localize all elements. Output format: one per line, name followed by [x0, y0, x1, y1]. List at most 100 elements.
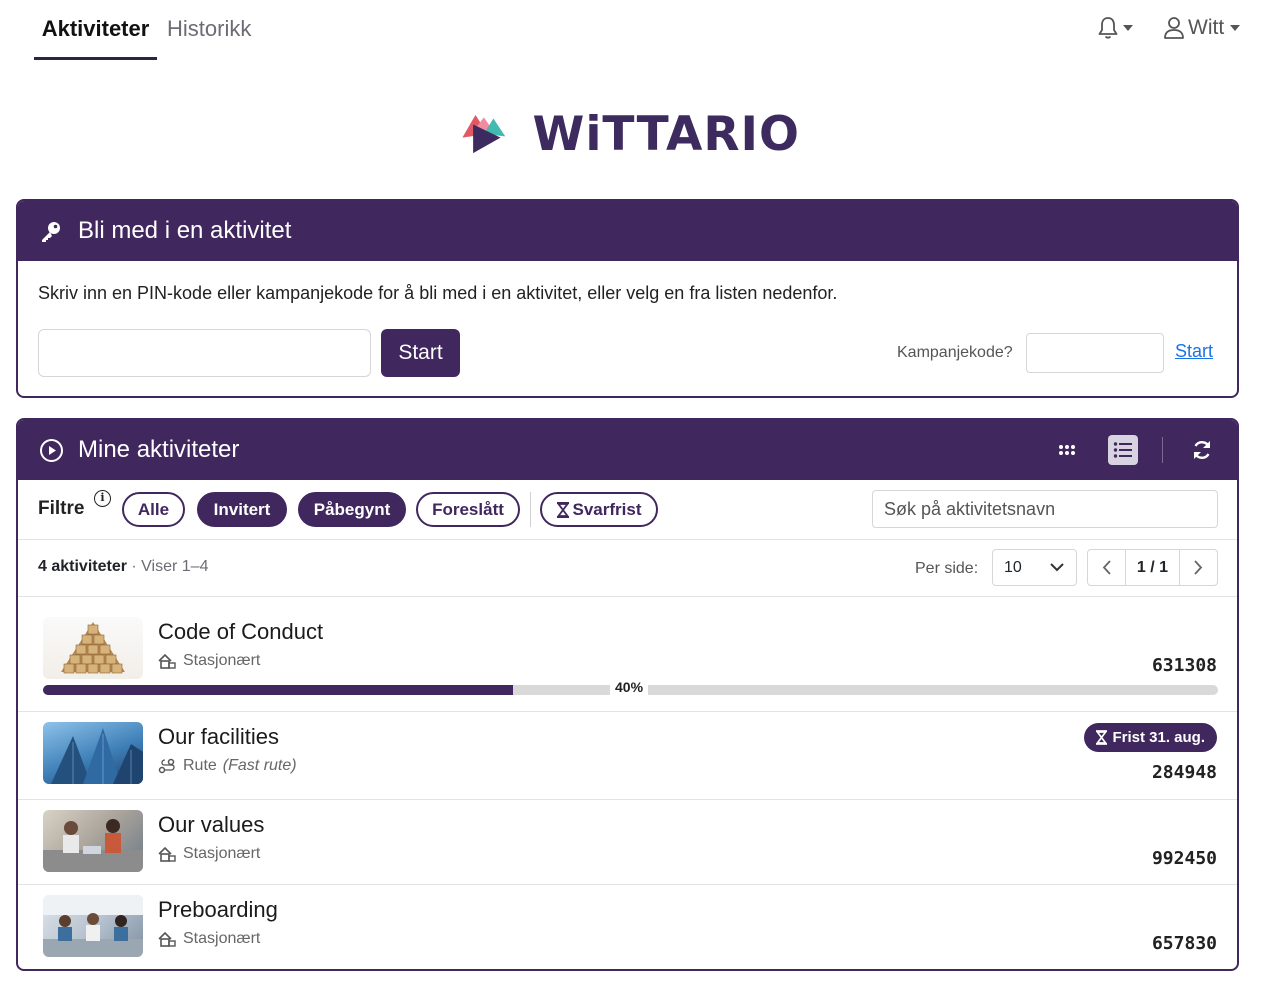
- play-circle-icon: [38, 437, 64, 463]
- activity-search-input[interactable]: Søk på aktivitetsnavn: [872, 490, 1218, 528]
- route-icon: [158, 758, 175, 774]
- list-view-button[interactable]: [1108, 435, 1138, 465]
- filter-svarfrist-label: Svarfrist: [572, 499, 642, 519]
- filter-svarfrist[interactable]: Svarfrist: [540, 492, 658, 527]
- progress-fill: [43, 685, 513, 695]
- prev-page-button[interactable]: [1088, 550, 1125, 585]
- activity-count-total: 4 aktiviteter: [38, 558, 127, 575]
- notifications-dropdown[interactable]: [1097, 16, 1133, 40]
- office-team-image: [43, 895, 143, 957]
- logo-mark-icon: [462, 114, 506, 154]
- chevron-left-icon: [1102, 560, 1111, 575]
- activity-title[interactable]: Preboarding: [158, 897, 278, 923]
- chevron-down-icon: [1123, 25, 1133, 31]
- activity-code: 631308: [1151, 655, 1217, 676]
- scrabble-tiles-image: [61, 622, 125, 674]
- activity-thumbnail: [43, 810, 143, 872]
- activity-type-label: Stasjonært: [183, 845, 261, 862]
- top-navigation: Aktiviteter Historikk Witt: [0, 0, 1265, 62]
- activity-thumbnail: [43, 722, 143, 784]
- team-meeting-image: [43, 819, 143, 872]
- logo-text: WiTTARIO: [532, 106, 800, 162]
- my-activities-card: Mine aktiviteter Filtre i Alle Invitert …: [16, 418, 1239, 971]
- activity-type: Stasjonært: [158, 652, 260, 670]
- activity-thumbnail: [43, 617, 143, 679]
- user-icon: [1164, 17, 1184, 39]
- hourglass-icon: [556, 501, 569, 518]
- activity-type: Rute (Fast rute): [158, 757, 297, 775]
- deadline-text: Frist 31. aug.: [1112, 729, 1205, 746]
- filter-foreslatt[interactable]: Foreslått: [416, 492, 520, 527]
- deadline-badge: Frist 31. aug.: [1084, 723, 1217, 752]
- activity-row[interactable]: Code of Conduct Stasjonært 631308 40%: [18, 597, 1237, 712]
- per-page-label: Per side:: [915, 560, 979, 577]
- tool-divider: [1162, 437, 1163, 463]
- join-activity-card: Bli med i en aktivitet Skriv inn en PIN-…: [16, 199, 1239, 398]
- per-page-value: 10: [1004, 558, 1022, 576]
- chevron-down-icon: [1050, 563, 1064, 572]
- activity-title[interactable]: Our values: [158, 812, 264, 838]
- activity-title[interactable]: Our facilities: [158, 724, 279, 750]
- user-menu[interactable]: Witt: [1163, 16, 1241, 40]
- campaign-code-input[interactable]: [1026, 333, 1164, 373]
- tab-aktiviteter[interactable]: Aktiviteter: [34, 16, 157, 60]
- key-icon: [38, 218, 64, 244]
- activity-type-label: Stasjonært: [183, 652, 261, 669]
- hourglass-icon: [1096, 730, 1108, 745]
- page-indicator: 1 / 1: [1125, 550, 1180, 585]
- activity-title[interactable]: Code of Conduct: [158, 619, 323, 645]
- start-button[interactable]: Start: [381, 329, 460, 377]
- grid-icon: [1059, 445, 1075, 455]
- activity-type-label: Rute: [183, 757, 217, 774]
- filter-label: Filtre: [38, 498, 85, 519]
- activity-type-label: Stasjonært: [183, 930, 261, 947]
- filter-invitert[interactable]: Invitert: [197, 492, 287, 527]
- join-card-header: Bli med i en aktivitet: [18, 201, 1237, 261]
- activity-row[interactable]: Our facilities Rute (Fast rute) Frist 31…: [18, 712, 1237, 800]
- activity-type-note: (Fast rute): [222, 757, 297, 774]
- wittario-logo: WiTTARIO: [460, 100, 800, 168]
- campaign-start-link[interactable]: Start: [1175, 341, 1213, 362]
- stationary-icon: [158, 846, 176, 862]
- stationary-icon: [158, 931, 176, 947]
- bell-icon: [1098, 17, 1118, 39]
- grid-view-button[interactable]: [1052, 435, 1082, 465]
- office-buildings-image: [51, 728, 143, 784]
- activity-code: 992450: [1151, 848, 1217, 869]
- refresh-icon: [1193, 441, 1211, 459]
- activity-row[interactable]: Preboarding Stasjonært 657830: [18, 885, 1237, 969]
- join-card-title: Bli med i en aktivitet: [78, 217, 292, 244]
- activity-row[interactable]: Our values Stasjonært 992450: [18, 800, 1237, 885]
- activity-thumbnail: [43, 895, 143, 957]
- activity-code: 284948: [1151, 762, 1217, 783]
- filter-alle[interactable]: Alle: [122, 492, 185, 527]
- activities-card-header: Mine aktiviteter: [18, 420, 1237, 480]
- activity-progress: 40%: [43, 679, 1218, 695]
- activity-type: Stasjonært: [158, 845, 260, 863]
- stationary-icon: [158, 653, 176, 669]
- per-page-select[interactable]: 10: [992, 549, 1077, 586]
- view-tools: [1052, 420, 1237, 480]
- join-description: Skriv inn en PIN-kode eller kampanjekode…: [38, 283, 838, 303]
- campaign-code-label: Kampanjekode?: [897, 344, 1013, 361]
- activity-code: 657830: [1151, 933, 1217, 954]
- progress-label: 40%: [610, 679, 649, 695]
- pagination: 1 / 1: [1087, 549, 1218, 586]
- info-icon[interactable]: i: [94, 490, 111, 507]
- activity-count-range: · Viser 1–4: [131, 558, 209, 575]
- user-name: Witt: [1188, 16, 1225, 39]
- filter-bar: Filtre i Alle Invitert Påbegynt Foreslåt…: [18, 480, 1237, 540]
- refresh-button[interactable]: [1187, 435, 1217, 465]
- activities-card-title: Mine aktiviteter: [78, 436, 240, 463]
- tab-historikk[interactable]: Historikk: [167, 16, 251, 42]
- activity-type: Stasjonært: [158, 930, 260, 948]
- chevron-down-icon: [1230, 25, 1241, 31]
- next-page-button[interactable]: [1180, 550, 1217, 585]
- activity-count: 4 aktiviteter · Viser 1–4: [38, 558, 208, 576]
- filter-divider: [530, 492, 531, 527]
- filter-pabegynt[interactable]: Påbegynt: [298, 492, 406, 527]
- pin-code-input[interactable]: [38, 329, 371, 377]
- list-summary-bar: 4 aktiviteter · Viser 1–4 Per side: 10 1…: [18, 540, 1237, 597]
- list-icon: [1113, 442, 1132, 458]
- chevron-right-icon: [1194, 560, 1203, 575]
